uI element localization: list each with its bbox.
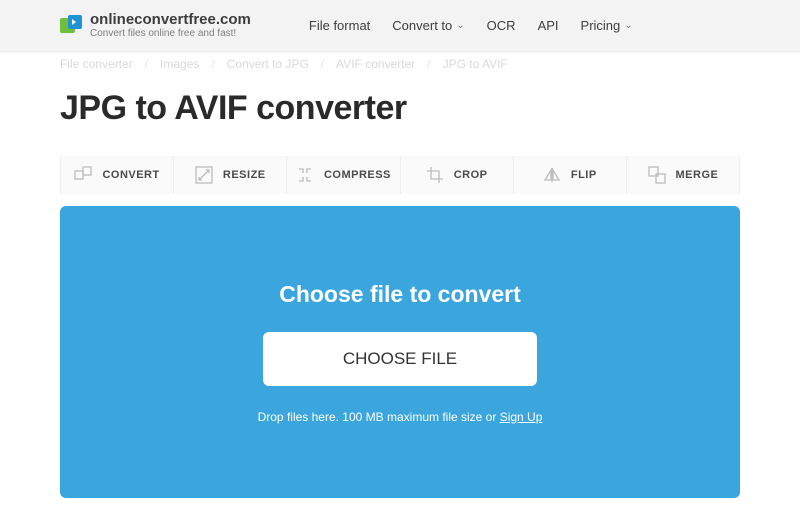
tab-convert[interactable]: CONVERT bbox=[61, 156, 174, 194]
tab-resize[interactable]: RESIZE bbox=[174, 156, 287, 194]
breadcrumb-item[interactable]: AVIF converter bbox=[336, 57, 415, 71]
drop-title: Choose file to convert bbox=[279, 281, 521, 308]
nav-label: OCR bbox=[487, 18, 516, 33]
crop-icon bbox=[426, 166, 444, 184]
tab-label: MERGE bbox=[676, 169, 719, 181]
logo[interactable]: onlineconvertfree.com Convert files onli… bbox=[60, 12, 251, 39]
nav-convert-to[interactable]: Convert to ⌄ bbox=[392, 18, 464, 33]
nav-pricing[interactable]: Pricing ⌄ bbox=[581, 18, 633, 33]
breadcrumb-item[interactable]: Images bbox=[160, 57, 199, 71]
nav-file-format[interactable]: File format bbox=[309, 18, 370, 33]
tab-label: FLIP bbox=[571, 169, 597, 181]
nav-label: File format bbox=[309, 18, 370, 33]
chevron-down-icon: ⌄ bbox=[624, 20, 632, 31]
logo-title: onlineconvertfree.com bbox=[90, 12, 251, 27]
nav-label: API bbox=[538, 18, 559, 33]
main-nav: File format Convert to ⌄ OCR API Pricing… bbox=[309, 18, 633, 33]
nav-label: Convert to bbox=[392, 18, 452, 33]
tab-crop[interactable]: CROP bbox=[401, 156, 514, 194]
nav-ocr[interactable]: OCR bbox=[487, 18, 516, 33]
compress-icon bbox=[296, 166, 314, 184]
tab-label: RESIZE bbox=[223, 169, 266, 181]
tab-merge[interactable]: MERGE bbox=[627, 156, 740, 194]
tab-compress[interactable]: COMPRESS bbox=[287, 156, 400, 194]
top-bar: onlineconvertfree.com Convert files onli… bbox=[0, 0, 800, 53]
drop-area[interactable]: Choose file to convert CHOOSE FILE Drop … bbox=[60, 206, 740, 498]
tab-label: CONVERT bbox=[102, 169, 159, 181]
breadcrumb: File converter/ Images/ Convert to JPG/ … bbox=[0, 53, 800, 71]
nav-label: Pricing bbox=[581, 18, 621, 33]
drop-hint: Drop files here. 100 MB maximum file siz… bbox=[258, 410, 543, 424]
breadcrumb-item[interactable]: Convert to JPG bbox=[227, 57, 309, 71]
breadcrumb-item[interactable]: File converter bbox=[60, 57, 133, 71]
page-title: JPG to AVIF converter bbox=[0, 71, 800, 138]
convert-icon bbox=[74, 166, 92, 184]
signup-link[interactable]: Sign Up bbox=[500, 410, 543, 424]
flip-icon bbox=[543, 166, 561, 184]
resize-icon bbox=[195, 166, 213, 184]
choose-file-button[interactable]: CHOOSE FILE bbox=[263, 332, 537, 386]
tab-label: CROP bbox=[454, 169, 488, 181]
logo-subtitle: Convert files online free and fast! bbox=[90, 29, 251, 39]
tool-tabs: CONVERT RESIZE COMPRESS CROP FLIP MERGE bbox=[60, 156, 740, 194]
merge-icon bbox=[648, 166, 666, 184]
drop-hint-text: Drop files here. 100 MB maximum file siz… bbox=[258, 410, 500, 424]
tab-label: COMPRESS bbox=[324, 169, 391, 181]
chevron-down-icon: ⌄ bbox=[456, 20, 464, 31]
logo-icon bbox=[60, 15, 82, 37]
breadcrumb-item: JPG to AVIF bbox=[443, 57, 508, 71]
tab-flip[interactable]: FLIP bbox=[514, 156, 627, 194]
nav-api[interactable]: API bbox=[538, 18, 559, 33]
